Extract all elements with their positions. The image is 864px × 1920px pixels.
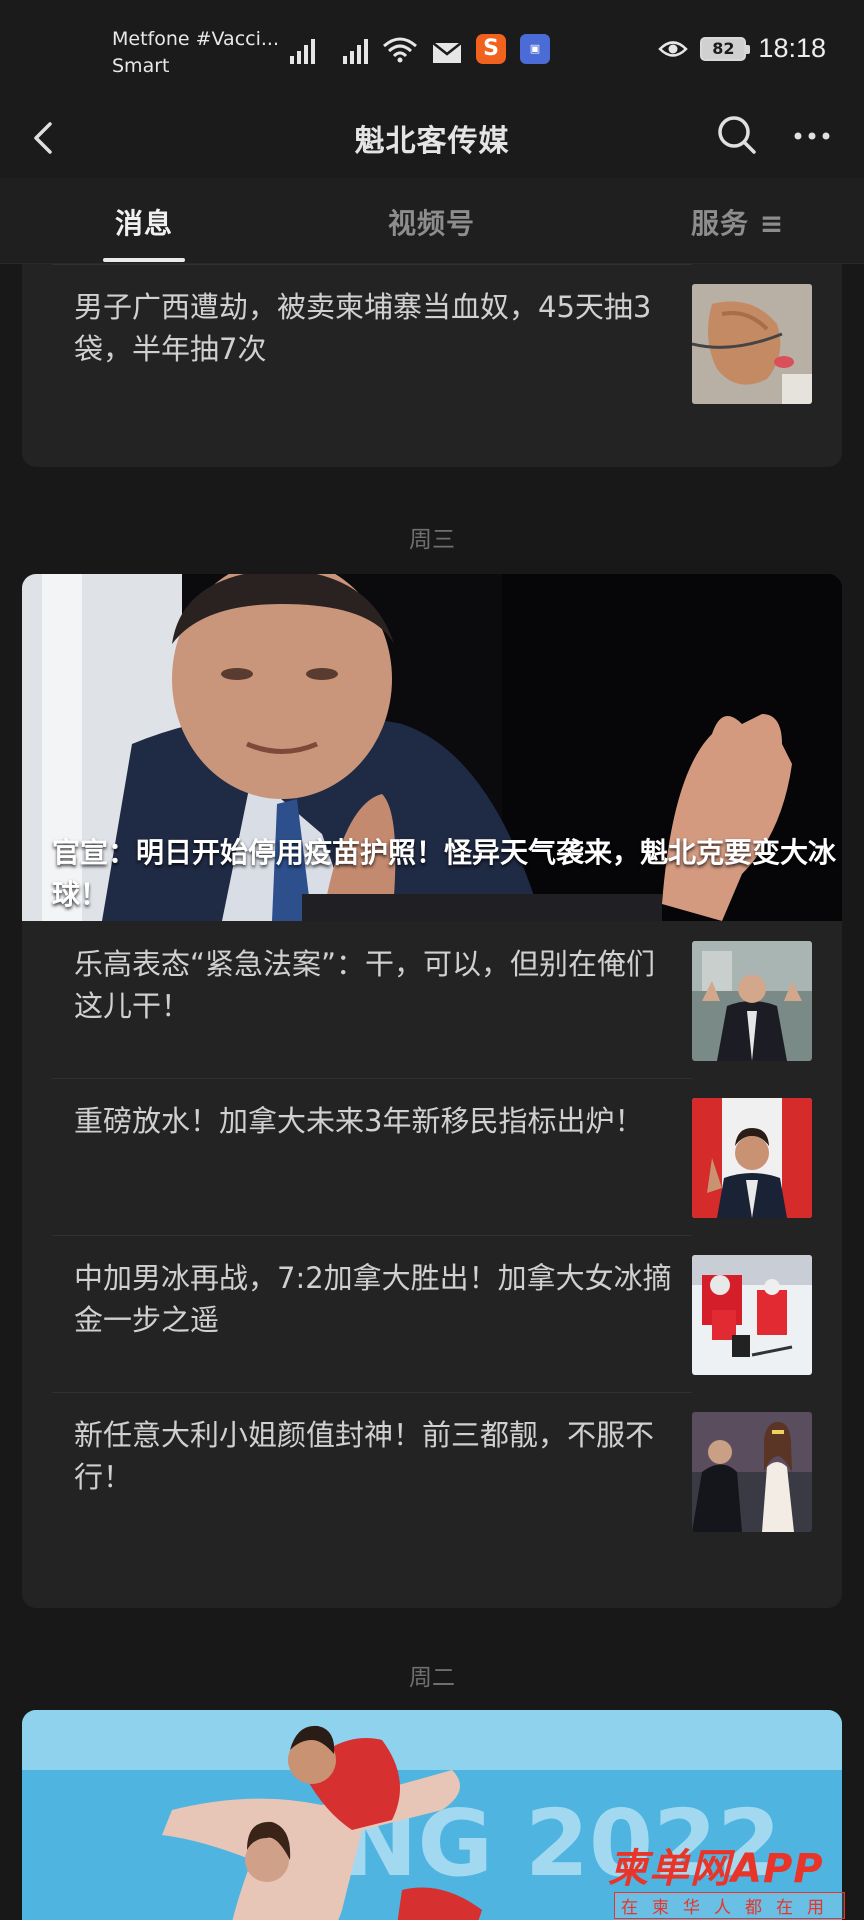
app-icon: ▣ [520,34,550,64]
clock: 18:18 [758,33,826,63]
article-title: 中加男冰再战，7:2加拿大胜出！加拿大女冰摘金一步之遥 [74,1261,672,1337]
signal-r-icon [290,36,315,64]
eye-icon [658,40,689,57]
article-title: 重磅放水！加拿大未来3年新移民指标出炉！ [74,1104,644,1138]
tab-bar: 消息 视频号 服务 ≡ [0,178,864,264]
article-item[interactable]: 重磅放水！加拿大未来3年新移民指标出炉！ [52,1078,812,1235]
article-thumbnail [692,1412,812,1532]
day-label: 周三 [409,527,455,553]
tab-services[interactable]: 服务 ≡ [691,202,784,242]
article-item[interactable]: 乐高表态“紧急法案”：干，可以，但别在俺们这儿干！ [52,921,812,1078]
watermark-logo: 柬单网APP 在柬华人都在用 [606,1836,864,1920]
search-icon[interactable] [714,112,760,158]
message-feed[interactable]: 男子广西遭劫，被卖柬埔寨当血奴，45天抽3袋，半年抽7次 周三 官宣：明日开始停… [0,264,864,1920]
article-item[interactable]: 中加男冰再战，7:2加拿大胜出！加拿大女冰摘金一步之遥 [52,1235,812,1392]
tab-messages[interactable]: 消息 [115,202,173,242]
active-tab-indicator [103,258,185,262]
status-icons: S ▣ [290,34,550,64]
hero-article[interactable]: 官宣：明日开始停用疫苗护照！怪异天气袭来，魁北克要变大冰球！ [22,574,842,921]
article-thumbnail [692,284,812,404]
article-title: 男子广西遭劫，被卖柬埔寨当血奴，45天抽3袋，半年抽7次 [74,290,652,366]
signal-icon [343,36,368,64]
status-right: 82 18:18 [658,33,826,64]
article-item[interactable]: 男子广西遭劫，被卖柬埔寨当血奴，45天抽3袋，半年抽7次 [52,264,812,421]
article-card: 男子广西遭劫，被卖柬埔寨当血奴，45天抽3袋，半年抽7次 [22,264,842,467]
day-label: 周二 [409,1665,455,1691]
hero-title: 官宣：明日开始停用疫苗护照！怪异天气袭来，魁北克要变大冰球！ [52,836,837,911]
status-bar: Metfone #Vacci... Smart S ▣ 82 18:18 [0,0,864,100]
tab-channels[interactable]: 视频号 [388,202,475,242]
article-item[interactable]: 新任意大利小姐颜值封神！前三都靓，不服不行！ [52,1392,812,1549]
article-thumbnail [692,1098,812,1218]
article-title: 新任意大利小姐颜值封神！前三都靓，不服不行！ [74,1418,655,1494]
sogou-icon: S [476,34,506,64]
mail-icon [432,42,462,63]
title-bar: 魁北客传媒 [0,100,864,178]
wifi-icon [383,37,417,63]
battery-icon: 82 [700,36,751,61]
article-card: 官宣：明日开始停用疫苗护照！怪异天气袭来，魁北克要变大冰球！ 乐高表态“紧急法案… [22,574,842,1608]
article-title: 乐高表态“紧急法案”：干，可以，但别在俺们这儿干！ [74,947,656,1023]
article-thumbnail [692,1255,812,1375]
carrier-name: Metfone #Vacci... Smart [112,28,279,77]
more-options-icon[interactable] [788,116,836,156]
article-thumbnail [692,941,812,1061]
